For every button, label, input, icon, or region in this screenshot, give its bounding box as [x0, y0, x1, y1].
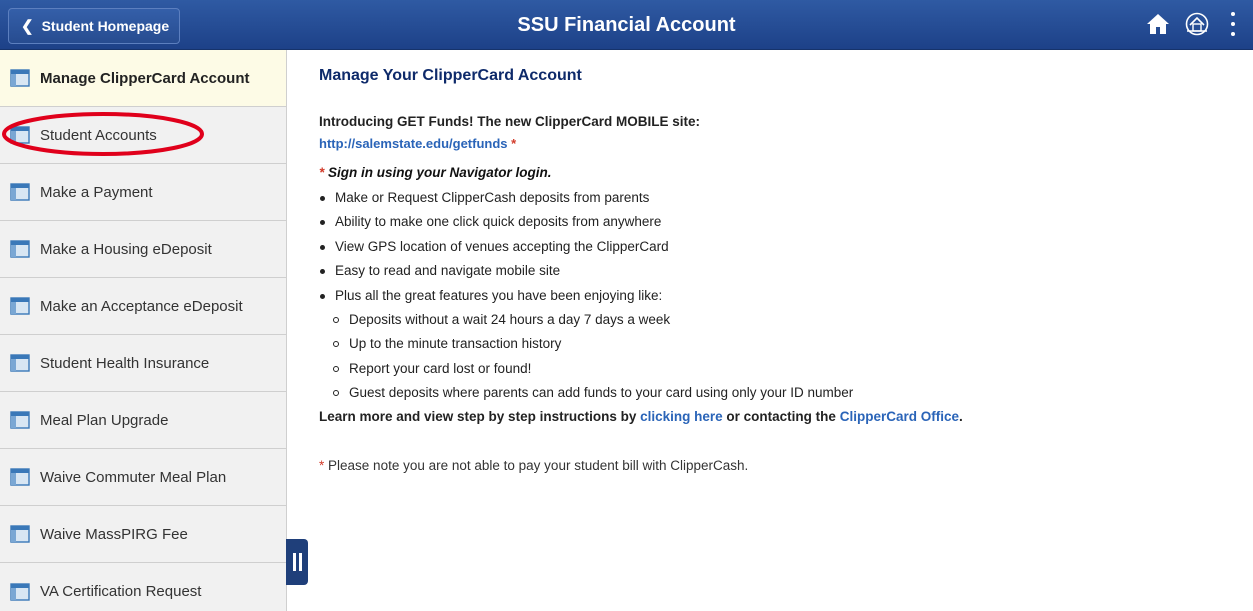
sidebar-item-meal-plan-upgrade[interactable]: Meal Plan Upgrade	[0, 392, 286, 449]
sub-list-item: Guest deposits where parents can add fun…	[319, 381, 853, 405]
home-icon[interactable]	[1146, 12, 1170, 36]
list-item: Easy to read and navigate mobile site	[319, 259, 853, 283]
page-icon	[10, 183, 30, 201]
sidebar-item-label: Manage ClipperCard Account	[40, 69, 250, 87]
main-content: Manage Your ClipperCard Account Introduc…	[319, 50, 1239, 611]
feature-list: Make or Request ClipperCash deposits fro…	[319, 186, 853, 406]
page-icon	[10, 468, 30, 486]
sidebar: Manage ClipperCard Account Student Accou…	[0, 50, 287, 611]
sidebar-item-label: Make a Housing eDeposit	[40, 240, 212, 258]
sidebar-item-label: Waive Commuter Meal Plan	[40, 468, 227, 486]
sidebar-item-housing-edeposit[interactable]: Make a Housing eDeposit	[0, 221, 286, 278]
learn-suffix: .	[958, 409, 963, 424]
back-button-label: Student Homepage	[41, 18, 170, 34]
sidebar-item-label: Make an Acceptance eDeposit	[40, 297, 243, 315]
sidebar-item-label: Student Health Insurance	[40, 354, 210, 372]
list-item: Ability to make one click quick deposits…	[319, 210, 853, 234]
sidebar-item-waive-masspirg-fee[interactable]: Waive MassPIRG Fee	[0, 506, 286, 563]
section-title: Manage Your ClipperCard Account	[319, 67, 582, 84]
asterisk-marker: *	[511, 136, 517, 151]
payment-note: * Please note you are not able to pay yo…	[319, 458, 748, 473]
page-icon	[10, 582, 30, 601]
sidebar-item-acceptance-edeposit[interactable]: Make an Acceptance eDeposit	[0, 278, 286, 335]
collapse-sidebar-handle[interactable]	[286, 539, 308, 585]
sub-list-item: Up to the minute transaction history	[319, 332, 853, 356]
getfunds-link-line: http://salemstate.edu/getfunds *	[319, 136, 516, 151]
top-banner: ❮ Student Homepage SSU Financial Account	[0, 0, 1253, 50]
page-icon	[10, 297, 30, 315]
page-icon	[10, 240, 30, 258]
asterisk-marker: *	[319, 165, 325, 180]
list-item: Make or Request ClipperCash deposits fro…	[319, 186, 853, 210]
asterisk-marker: *	[319, 458, 325, 473]
page-icon	[10, 126, 30, 144]
signin-text: Sign in using your Navigator login.	[328, 165, 552, 180]
sub-list-item: Deposits without a wait 24 hours a day 7…	[319, 308, 853, 332]
chevron-left-icon: ❮	[21, 17, 34, 35]
clicking-here-link[interactable]: clicking here	[640, 409, 723, 424]
sidebar-item-label: Make a Payment	[40, 183, 153, 201]
learn-more-text: Learn more and view step by step instruc…	[319, 409, 963, 424]
back-button[interactable]: ❮ Student Homepage	[8, 8, 180, 44]
sub-list-item: Report your card lost or found!	[319, 357, 853, 381]
learn-prefix: Learn more and view step by step instruc…	[319, 409, 637, 424]
list-item: Plus all the great features you have bee…	[319, 284, 853, 308]
note-text: Please note you are not able to pay your…	[328, 458, 749, 473]
page-icon	[10, 411, 30, 429]
sidebar-item-va-certification[interactable]: VA Certification Request	[0, 563, 286, 611]
learn-middle: or contacting the	[726, 409, 836, 424]
page-title: SSU Financial Account	[517, 14, 736, 36]
clippercard-office-link[interactable]: ClipperCard Office	[840, 409, 959, 424]
page-icon	[10, 69, 30, 87]
sidebar-item-student-accounts[interactable]: Student Accounts	[0, 107, 286, 164]
sidebar-item-label: Waive MassPIRG Fee	[40, 525, 188, 543]
navbar-icon[interactable]	[1184, 12, 1210, 36]
list-item: View GPS location of venues accepting th…	[319, 235, 853, 259]
sidebar-item-label: Meal Plan Upgrade	[40, 411, 169, 429]
page-icon	[10, 525, 30, 543]
sidebar-item-label: VA Certification Request	[40, 583, 202, 600]
sidebar-item-label: Student Accounts	[40, 126, 157, 144]
intro-text: Introducing GET Funds! The new ClipperCa…	[319, 114, 701, 129]
sidebar-item-health-insurance[interactable]: Student Health Insurance	[0, 335, 286, 392]
sidebar-item-make-payment[interactable]: Make a Payment	[0, 164, 286, 221]
signin-note: * Sign in using your Navigator login.	[319, 165, 552, 180]
getfunds-link[interactable]: http://salemstate.edu/getfunds	[319, 136, 508, 151]
page-icon	[10, 354, 30, 372]
actions-menu-icon[interactable]	[1228, 12, 1238, 36]
sidebar-item-waive-commuter-meal-plan[interactable]: Waive Commuter Meal Plan	[0, 449, 286, 506]
sidebar-item-manage-clippercard[interactable]: Manage ClipperCard Account	[0, 50, 286, 107]
